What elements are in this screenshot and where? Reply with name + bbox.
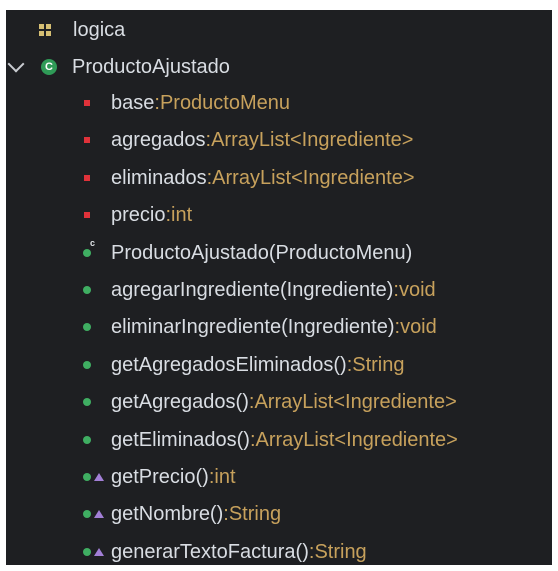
member-type: String [228, 503, 282, 526]
member-row-field[interactable]: base : ProductoMenu [84, 85, 290, 121]
member-name: agregarIngrediente(Ingrediente) [111, 279, 394, 301]
class-icon: C [41, 59, 57, 75]
private-field-icon [84, 100, 90, 106]
outline-panel: logica C ProductoAjustado base : Product… [6, 10, 552, 565]
member-row-method[interactable]: getAgregados() : ArrayList<Ingrediente> [83, 384, 457, 420]
public-method-icon [83, 435, 91, 444]
chevron-down-icon[interactable] [7, 55, 25, 73]
member-type: ArrayList<Ingrediente> [211, 129, 414, 152]
member-name: getNombre() [111, 503, 224, 526]
private-field-icon [84, 137, 90, 144]
member-row-override[interactable]: generarTextoFactura() : String [83, 534, 367, 570]
member-type: int [214, 466, 236, 488]
override-icon [94, 473, 104, 481]
member-name: precio [111, 204, 166, 227]
public-method-icon [83, 360, 91, 369]
member-name: getPrecio() [111, 466, 209, 488]
member-row-method[interactable]: getAgregadosEliminados() : String [83, 347, 405, 383]
member-type: ArrayList<Ingrediente> [212, 166, 415, 189]
member-name: getAgregados() [111, 391, 249, 414]
tree-item-package[interactable]: logica [39, 12, 125, 48]
private-field-icon [84, 212, 90, 219]
member-row-method[interactable]: eliminarIngrediente(Ingrediente) : void [83, 309, 437, 345]
member-name: eliminados [111, 166, 207, 189]
public-method-icon [83, 398, 91, 407]
member-name: eliminarIngrediente(Ingrediente) [111, 316, 395, 339]
override-icon [94, 547, 104, 556]
member-name: ProductoAjustado(ProductoMenu) [111, 241, 413, 264]
member-row-method[interactable]: agregarIngrediente(Ingrediente) : void [83, 272, 436, 308]
member-name: getAgregadosEliminados() [111, 353, 347, 376]
member-name: getEliminados() [111, 428, 250, 451]
member-name: generarTextoFactura() [111, 540, 309, 563]
member-row-field[interactable]: eliminados : ArrayList<Ingrediente> [84, 160, 415, 196]
constructor-icon: c [83, 238, 95, 257]
public-method-icon [83, 286, 91, 294]
public-method-icon [83, 510, 91, 519]
override-icon [94, 510, 104, 519]
member-name: base [111, 92, 155, 114]
member-name: agregados [111, 129, 206, 152]
member-row-field[interactable]: precio : int [84, 197, 192, 233]
package-label: logica [73, 19, 126, 41]
member-row-field[interactable]: agregados : ArrayList<Ingrediente> [84, 122, 413, 158]
member-type: String [314, 540, 367, 563]
public-method-icon [83, 473, 91, 481]
member-type: ArrayList<Ingrediente> [254, 391, 457, 414]
member-type: ArrayList<Ingrediente> [255, 428, 458, 451]
member-type: int [171, 204, 193, 227]
member-type: void [398, 279, 436, 301]
member-type: ProductoMenu [159, 92, 291, 114]
member-row-constructor[interactable]: c ProductoAjustado(ProductoMenu) [83, 235, 412, 271]
class-label: ProductoAjustado [72, 56, 230, 78]
member-type: void [400, 316, 437, 339]
public-method-icon [83, 547, 91, 556]
member-row-override[interactable]: getNombre() : String [83, 496, 281, 532]
member-row-override[interactable]: getPrecio() : int [83, 459, 236, 495]
package-icon [39, 24, 51, 36]
public-method-icon [83, 323, 91, 332]
private-field-icon [84, 174, 90, 181]
tree-item-class[interactable]: C ProductoAjustado [7, 49, 230, 85]
member-type: String [352, 353, 405, 376]
member-row-method[interactable]: getEliminados() : ArrayList<Ingrediente> [83, 422, 458, 458]
